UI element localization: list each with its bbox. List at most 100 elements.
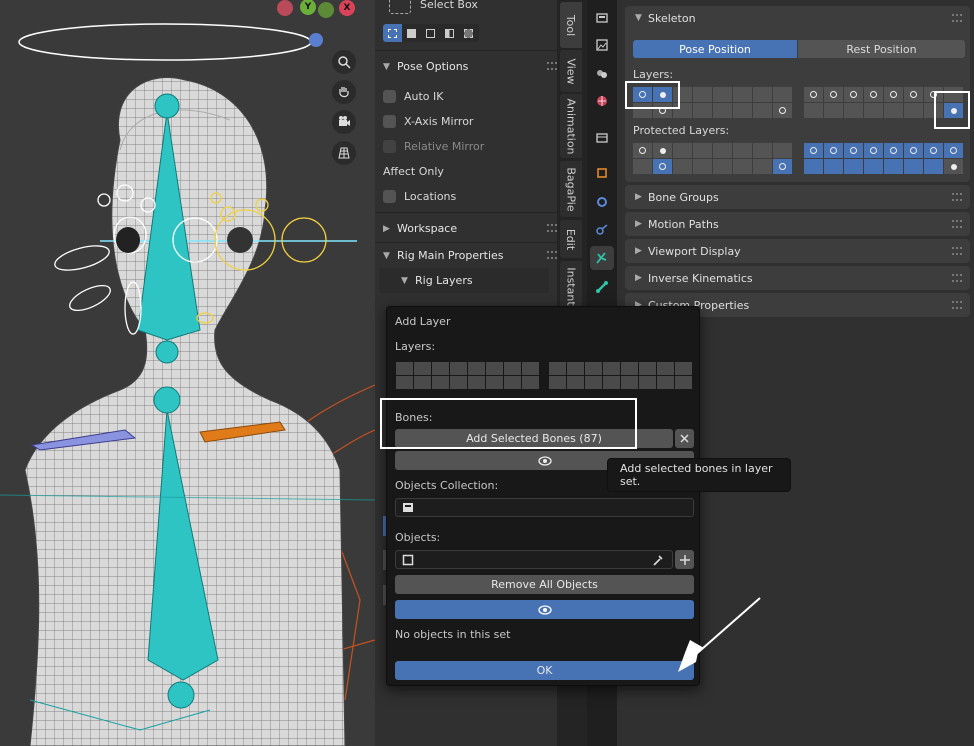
rig-layers-header[interactable]: ▼ Rig Layers: [379, 268, 549, 293]
protected-layer-toggle[interactable]: [753, 143, 772, 158]
gizmo-x-axis[interactable]: X: [339, 0, 355, 16]
protected-layer-toggle[interactable]: [733, 143, 752, 158]
protected-layer-toggle[interactable]: [633, 143, 652, 158]
mode-intersect-icon[interactable]: [459, 24, 478, 42]
protected-layer-toggle[interactable]: [673, 159, 692, 174]
gizmo-neg-y-dot[interactable]: [318, 2, 334, 18]
mode-subtract-icon[interactable]: [421, 24, 440, 42]
modifier-properties-icon[interactable]: [590, 190, 614, 214]
motion-paths-header[interactable]: ▶ Motion Paths: [625, 212, 970, 236]
clear-bones-button[interactable]: [675, 429, 694, 448]
layer-toggle[interactable]: [733, 87, 752, 102]
protected-layer-toggle[interactable]: [864, 143, 883, 158]
layer-toggle[interactable]: [804, 87, 823, 102]
drag-grip-icon[interactable]: [952, 274, 962, 282]
objects-collection-field[interactable]: [395, 498, 694, 517]
protected-layer-toggle[interactable]: [944, 159, 963, 174]
world-properties-icon[interactable]: [590, 126, 614, 150]
protected-layer-toggle[interactable]: [673, 143, 692, 158]
select-box-tool[interactable]: [389, 0, 411, 14]
tab-animation[interactable]: Animation: [560, 94, 582, 158]
protected-layer-toggle[interactable]: [884, 159, 903, 174]
bone-properties-icon[interactable]: [590, 275, 614, 299]
locations-checkbox[interactable]: Locations: [383, 186, 456, 206]
objects-field[interactable]: [395, 550, 673, 569]
layer-toggle[interactable]: [824, 87, 843, 102]
layer-toggle[interactable]: [844, 87, 863, 102]
armature-properties-icon[interactable]: [590, 246, 614, 270]
layer-toggle[interactable]: [753, 103, 772, 118]
drag-grip-icon[interactable]: [952, 14, 962, 22]
add-object-button[interactable]: [675, 550, 694, 569]
dialog-layers-grid-right[interactable]: [549, 362, 692, 389]
grid-perspective-icon[interactable]: [332, 141, 356, 165]
drag-grip-icon[interactable]: [547, 62, 557, 70]
drag-grip-icon[interactable]: [952, 247, 962, 255]
workspace-header[interactable]: ▶ Workspace: [375, 216, 565, 241]
layer-toggle[interactable]: [773, 87, 792, 102]
drag-grip-icon[interactable]: [952, 220, 962, 228]
protected-layer-toggle[interactable]: [633, 159, 652, 174]
tab-tool[interactable]: Tool: [560, 2, 582, 48]
protected-layer-toggle[interactable]: [804, 159, 823, 174]
protected-layer-toggle[interactable]: [733, 159, 752, 174]
protected-layer-toggle[interactable]: [844, 143, 863, 158]
protected-layer-toggle[interactable]: [773, 143, 792, 158]
protected-layer-toggle[interactable]: [844, 159, 863, 174]
rig-main-properties-header[interactable]: ▼ Rig Main Properties: [375, 243, 565, 268]
protected-layer-toggle[interactable]: [753, 159, 772, 174]
layer-toggle[interactable]: [733, 103, 752, 118]
bone-groups-header[interactable]: ▶ Bone Groups: [625, 185, 970, 209]
layer-toggle[interactable]: [693, 103, 712, 118]
render-properties-icon[interactable]: [590, 6, 614, 30]
drag-grip-icon[interactable]: [952, 301, 962, 309]
layer-toggle[interactable]: [844, 103, 863, 118]
drag-grip-icon[interactable]: [547, 224, 557, 232]
mode-set-icon[interactable]: [383, 24, 402, 42]
protected-layer-toggle[interactable]: [824, 143, 843, 158]
protected-layer-toggle[interactable]: [824, 159, 843, 174]
rest-position-button[interactable]: Rest Position: [798, 40, 965, 58]
protected-layer-toggle[interactable]: [884, 143, 903, 158]
tab-instant[interactable]: Instant: [560, 261, 582, 311]
protected-layer-toggle[interactable]: [804, 143, 823, 158]
protected-layer-toggle[interactable]: [653, 143, 672, 158]
protected-layer-toggle[interactable]: [713, 143, 732, 158]
protected-layer-toggle[interactable]: [944, 143, 963, 158]
layer-toggle[interactable]: [864, 87, 883, 102]
protected-layer-toggle[interactable]: [864, 159, 883, 174]
protected-layer-toggle[interactable]: [693, 143, 712, 158]
pan-hand-icon[interactable]: [332, 80, 356, 104]
protected-layer-toggle[interactable]: [653, 159, 672, 174]
protected-layer-toggle[interactable]: [693, 159, 712, 174]
tab-bagapie[interactable]: BagaPie: [560, 161, 582, 217]
objects-visibility-button[interactable]: [395, 600, 694, 619]
relative-mirror-checkbox[interactable]: Relative Mirror: [383, 136, 484, 156]
tab-view[interactable]: View: [560, 50, 582, 92]
pose-options-header[interactable]: ▼ Pose Options: [375, 54, 565, 79]
protected-layer-toggle[interactable]: [924, 143, 943, 158]
drag-grip-icon[interactable]: [952, 193, 962, 201]
dialog-layers-grid-left[interactable]: [396, 362, 539, 389]
eyedropper-icon[interactable]: [652, 554, 664, 566]
mode-invert-icon[interactable]: [440, 24, 459, 42]
layer-toggle[interactable]: [693, 87, 712, 102]
protected-layer-toggle[interactable]: [773, 159, 792, 174]
gizmo-neg-x-dot[interactable]: [277, 0, 293, 16]
layer-toggle[interactable]: [804, 103, 823, 118]
ok-button[interactable]: OK: [395, 661, 694, 680]
remove-all-objects-button[interactable]: Remove All Objects: [395, 575, 694, 594]
output-properties-icon[interactable]: [590, 33, 614, 57]
layer-toggle[interactable]: [824, 103, 843, 118]
viewport-display-header[interactable]: ▶ Viewport Display: [625, 239, 970, 263]
protected-layer-toggle[interactable]: [924, 159, 943, 174]
object-properties-icon[interactable]: [590, 161, 614, 185]
inverse-kinematics-header[interactable]: ▶ Inverse Kinematics: [625, 266, 970, 290]
layer-toggle[interactable]: [773, 103, 792, 118]
tab-edit[interactable]: Edit: [560, 220, 582, 258]
layer-toggle[interactable]: [713, 103, 732, 118]
layer-toggle[interactable]: [864, 103, 883, 118]
protected-layer-toggle[interactable]: [904, 159, 923, 174]
mode-extend-icon[interactable]: [402, 24, 421, 42]
layer-toggle[interactable]: [713, 87, 732, 102]
